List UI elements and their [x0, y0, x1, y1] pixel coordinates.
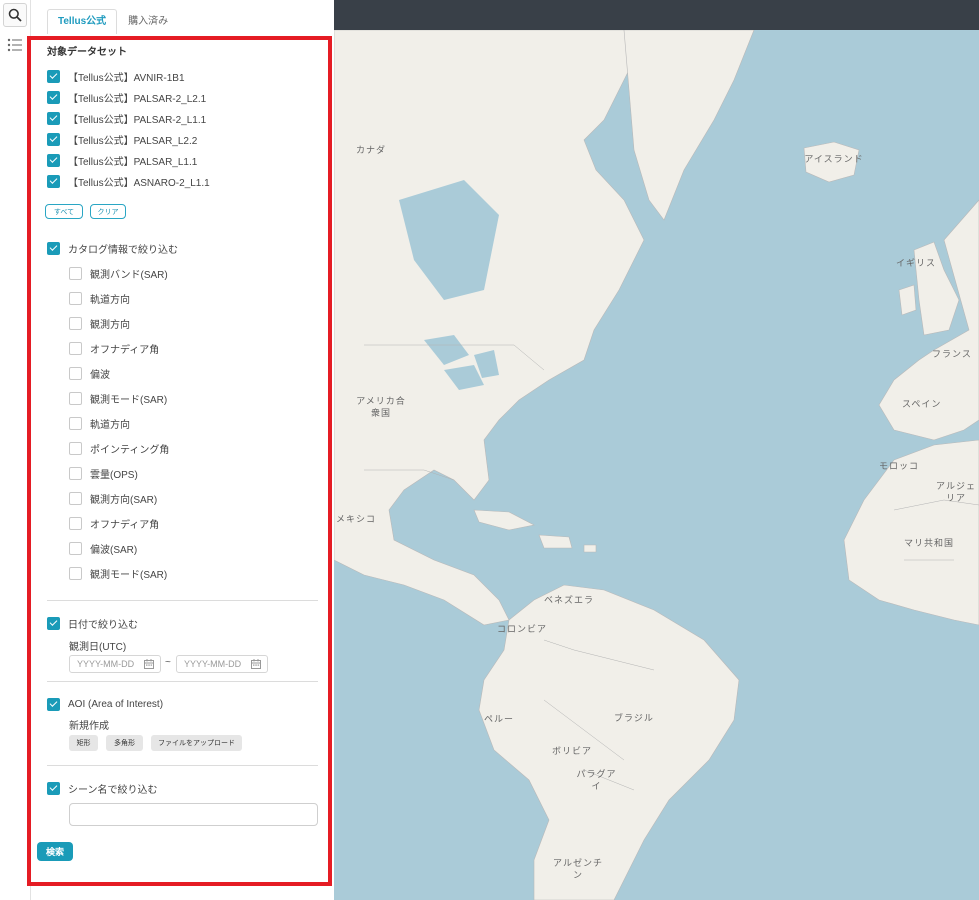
map-label: モロッコ — [879, 461, 920, 471]
map-toolbar — [334, 0, 979, 30]
map-label: アルジェリア — [936, 481, 976, 503]
map-label: ボリビア — [552, 746, 593, 756]
map-label: メキシコ — [336, 514, 377, 524]
map-label: コロンビア — [497, 624, 548, 634]
map-label: イギリス — [896, 258, 937, 268]
tab-purchased[interactable]: 購入済み — [117, 9, 179, 34]
map-label: ベネズエラ — [544, 595, 595, 605]
map-landmass — [334, 29, 979, 900]
map-label: フランス — [932, 349, 972, 359]
map-label: アルゼンチン — [553, 858, 603, 880]
tab-bar: Tellus公式 購入済み — [47, 9, 179, 34]
map-label: ブラジル — [614, 713, 654, 723]
search-icon[interactable] — [3, 3, 27, 27]
list-icon[interactable] — [3, 33, 27, 57]
map-label: ペルー — [484, 714, 515, 724]
map-label: アイスランド — [804, 154, 864, 164]
map-label: アメリカ合衆国 — [356, 396, 406, 418]
map-view[interactable]: カナダ アイスランド イギリス フランス スペイン モロッコ アルジェリア マリ… — [334, 0, 979, 900]
map-label: マリ共和国 — [904, 538, 955, 548]
map-label: パラグアイ — [576, 769, 617, 791]
map-label: カナダ — [356, 145, 387, 155]
highlight-frame — [27, 36, 332, 886]
map-label: スペイン — [902, 399, 942, 409]
tab-tellus-official[interactable]: Tellus公式 — [47, 9, 118, 34]
